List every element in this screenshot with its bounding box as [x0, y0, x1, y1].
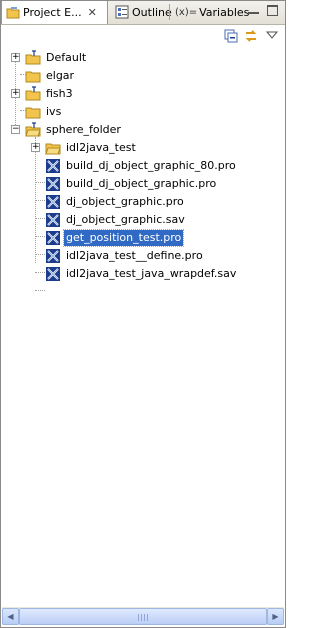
scrollbar-thumb[interactable]	[19, 608, 267, 625]
project-folder-open-icon	[25, 122, 41, 138]
tree-item-label: build_dj_object_graphic_80.pro	[66, 159, 236, 172]
tree-item-label: idl2java_test__define.pro	[66, 249, 203, 262]
tree-connector	[35, 182, 45, 183]
maximize-icon[interactable]	[267, 5, 278, 16]
tree-connector	[35, 218, 45, 219]
tree-item-file[interactable]: dj_object_graphic.sav	[45, 211, 187, 229]
tab-outline[interactable]: Outline	[111, 1, 172, 23]
idl-file-icon	[45, 176, 61, 192]
view-tab-bar: Project E... ✕ Outline (x)= Variables	[1, 1, 285, 25]
project-folder-icon	[25, 50, 41, 66]
tree-item-label: build_dj_object_graphic.pro	[66, 177, 217, 190]
scrollbar-grip	[141, 614, 142, 621]
folder-icon	[25, 104, 41, 120]
horizontal-scrollbar[interactable]: ◀ ▶	[2, 607, 284, 625]
idl-file-icon	[45, 212, 61, 228]
tree-item-label: ivs	[46, 105, 62, 118]
scroll-right-arrow-icon[interactable]: ▶	[267, 608, 284, 625]
idl-file-icon	[45, 194, 61, 210]
minimize-icon[interactable]	[248, 6, 259, 14]
tree-item-idl2java-test[interactable]: idl2java_test	[45, 139, 138, 157]
collapse-all-icon[interactable]	[223, 28, 239, 44]
tree-item-fish3[interactable]: fish3	[25, 85, 75, 103]
idl-file-icon	[45, 158, 61, 174]
idl-file-icon	[45, 248, 61, 264]
expand-toggle[interactable]: +	[11, 53, 20, 62]
tree-item-file-selected[interactable]: get_position_test.pro	[45, 229, 185, 247]
project-tree: + Default elgar + fish3 ivs − sphere_fol…	[1, 47, 285, 603]
outline-icon	[115, 5, 129, 19]
folder-icon	[25, 68, 41, 84]
idl-file-icon	[45, 230, 61, 246]
tree-item-sphere-folder[interactable]: sphere_folder	[25, 121, 123, 139]
project-explorer-panel: Project E... ✕ Outline (x)= Variables + …	[0, 0, 286, 628]
tree-item-file[interactable]: build_dj_object_graphic.pro	[45, 175, 218, 193]
tree-item-label: idl2java_test_java_wrapdef.sav	[66, 267, 237, 280]
idl-file-icon	[45, 266, 61, 282]
tree-item-label: dj_object_graphic.sav	[66, 213, 185, 226]
tree-connector	[35, 272, 45, 273]
tab-outline-label: Outline	[132, 5, 172, 19]
tab-separator	[169, 4, 170, 20]
link-with-editor-icon[interactable]	[243, 28, 259, 44]
close-icon[interactable]: ✕	[88, 6, 97, 19]
tree-connector	[35, 236, 45, 237]
project-folder-icon	[25, 86, 41, 102]
expand-toggle[interactable]: +	[11, 89, 20, 98]
tree-item-label: Default	[46, 51, 87, 64]
tree-item-label: dj_object_graphic.pro	[66, 195, 184, 208]
tree-item-label: get_position_test.pro	[62, 229, 185, 247]
collapse-toggle[interactable]: −	[11, 125, 20, 134]
scrollbar-grip	[138, 614, 139, 621]
tree-item-label: idl2java_test	[66, 141, 136, 154]
tree-item-file[interactable]: idl2java_test__define.pro	[45, 247, 205, 265]
tab-project-explorer-label: Project E...	[23, 6, 82, 19]
variables-icon: (x)=	[175, 6, 198, 18]
scrollbar-grip	[147, 614, 148, 621]
tree-item-label: fish3	[46, 87, 73, 100]
tree-item-file[interactable]: build_dj_object_graphic_80.pro	[45, 157, 238, 175]
tree-item-label: sphere_folder	[46, 123, 121, 136]
view-menu-icon[interactable]	[264, 27, 280, 43]
tree-connector	[35, 254, 45, 255]
scroll-left-arrow-icon[interactable]: ◀	[2, 608, 19, 625]
tree-connector	[35, 200, 45, 201]
tree-item-label: elgar	[46, 69, 75, 82]
tab-project-explorer[interactable]: Project E... ✕	[1, 1, 108, 24]
tree-item-file[interactable]: dj_object_graphic.pro	[45, 193, 186, 211]
tree-item-elgar[interactable]: elgar	[25, 67, 76, 85]
tab-variables-label: Variables	[199, 5, 250, 19]
tree-connector	[35, 290, 45, 291]
expand-toggle[interactable]: +	[31, 143, 40, 152]
tree-item-file[interactable]: idl2java_test_java_wrapdef.sav	[45, 265, 238, 283]
view-toolbar	[1, 25, 285, 46]
tab-variables[interactable]: (x)= Variables	[171, 1, 249, 23]
project-explorer-icon	[6, 6, 20, 20]
folder-open-icon	[45, 140, 61, 156]
tree-item-ivs[interactable]: ivs	[25, 103, 63, 121]
scrollbar-grip	[144, 614, 145, 621]
tree-item-default[interactable]: Default	[25, 49, 88, 67]
